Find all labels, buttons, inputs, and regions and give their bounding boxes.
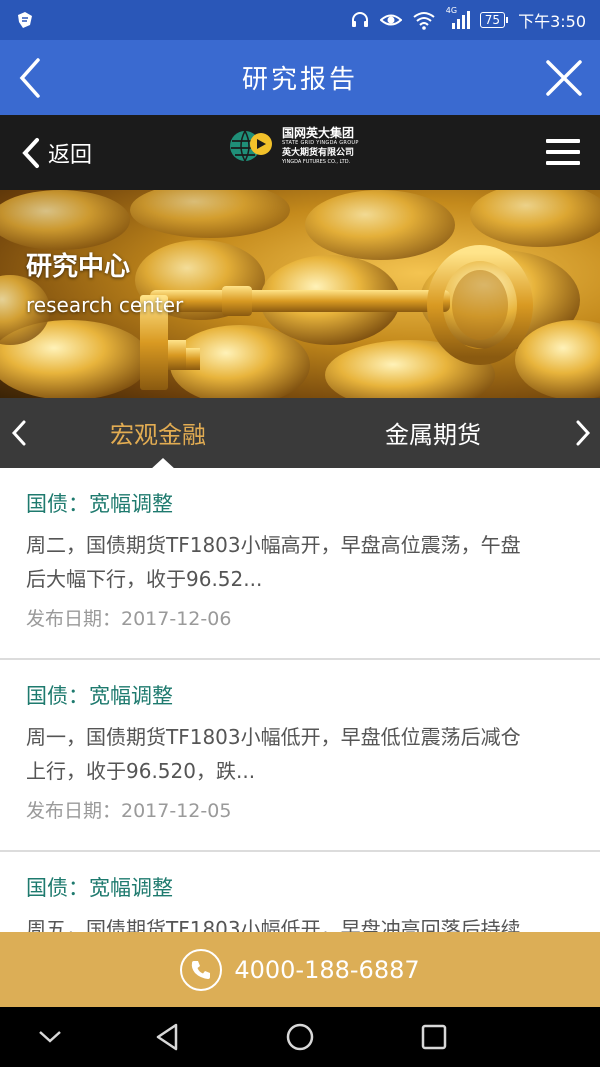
app-notification-icon — [14, 9, 36, 31]
signal-icon: 4G — [446, 6, 470, 30]
hide-nav-icon[interactable] — [36, 1027, 64, 1047]
back-button[interactable] — [12, 54, 56, 102]
wifi-icon — [412, 10, 436, 30]
eye-icon — [379, 10, 402, 30]
status-bar: 4G 75 下午3:50 — [0, 0, 600, 40]
article-summary: 周一，国债期货TF1803小幅低开，早盘低位震荡后减仓 上行，收于96.520，… — [26, 720, 574, 788]
close-icon — [546, 60, 582, 96]
tab-metal-futures[interactable]: 金属期货 — [385, 415, 481, 450]
page-title: 研究报告 — [241, 65, 358, 95]
summary-line: 后大幅下行，收于96.52... — [26, 567, 263, 591]
logo-line1: 国网英大集团 — [282, 126, 355, 140]
close-button[interactable] — [542, 56, 586, 100]
company-logo: 国网英大集团 STATE GRID YINGDA GROUP 英大期货有限公司 … — [228, 127, 359, 165]
hotline-number: 4000-188-6887 — [234, 955, 420, 984]
summary-line: 周二，国债期货TF1803小幅高开，早盘高位震荡，午盘 — [26, 533, 521, 557]
menu-button[interactable] — [546, 139, 580, 167]
article-title: 国债：宽幅调整 — [26, 684, 173, 708]
nav-back-icon[interactable] — [152, 1021, 184, 1053]
article-summary: 周二，国债期货TF1803小幅高开，早盘高位震荡，午盘 后大幅下行，收于96.5… — [26, 528, 574, 596]
chevron-right-icon[interactable] — [570, 419, 594, 447]
phone-icon — [180, 948, 223, 991]
banner-subtitle: research center — [26, 293, 184, 317]
summary-line: 周一，国债期货TF1803小幅低开，早盘低位震荡后减仓 — [26, 725, 521, 749]
system-nav-bar — [0, 1007, 600, 1067]
banner: 研究中心 research center — [0, 190, 600, 398]
screen: 4G 75 下午3:50 研究报告 返回 国网英大集团 STATE GRID Y… — [0, 0, 600, 1067]
article-title: 国债：宽幅调整 — [26, 876, 173, 900]
battery-level: 75 — [479, 12, 506, 28]
battery-icon: 75 — [479, 12, 509, 28]
banner-title: 研究中心 — [26, 252, 131, 282]
network-type: 4G — [445, 6, 458, 15]
clock: 下午3:50 — [518, 12, 586, 31]
headset-icon — [350, 10, 370, 30]
globe-logo-icon — [230, 130, 272, 162]
return-button[interactable]: 返回 — [20, 135, 92, 171]
summary-line: 上行，收于96.520，跌... — [26, 759, 256, 783]
publish-date: 发布日期：2017-12-06 — [26, 608, 232, 630]
category-tabs: 宏观金融 金属期货 — [0, 398, 600, 468]
nav-home-icon[interactable] — [284, 1021, 316, 1053]
nav-recents-icon[interactable] — [418, 1021, 450, 1053]
publish-date: 发布日期：2017-12-05 — [26, 800, 232, 822]
logo-line2: STATE GRID YINGDA GROUP — [282, 140, 359, 146]
article-title: 国债：宽幅调整 — [26, 492, 173, 516]
logo-line4: YINGDA FUTURES CO., LTD. — [282, 159, 351, 165]
list-item[interactable]: 国债：宽幅调整 周二，国债期货TF1803小幅高开，早盘高位震荡，午盘 后大幅下… — [0, 468, 600, 660]
chevron-left-icon[interactable] — [8, 419, 32, 447]
call-button[interactable]: 4000-188-6887 — [0, 932, 600, 1007]
logo-line3: 英大期货有限公司 — [282, 148, 355, 158]
chevron-left-icon — [22, 138, 39, 168]
tab-macro-finance[interactable]: 宏观金融 — [110, 415, 206, 450]
return-label: 返回 — [48, 143, 93, 168]
list-item[interactable]: 国债：宽幅调整 周一，国债期货TF1803小幅低开，早盘低位震荡后减仓 上行，收… — [0, 660, 600, 852]
title-bar: 研究报告 — [0, 40, 600, 115]
menu-icon — [546, 139, 580, 143]
chevron-left-icon — [19, 58, 40, 98]
